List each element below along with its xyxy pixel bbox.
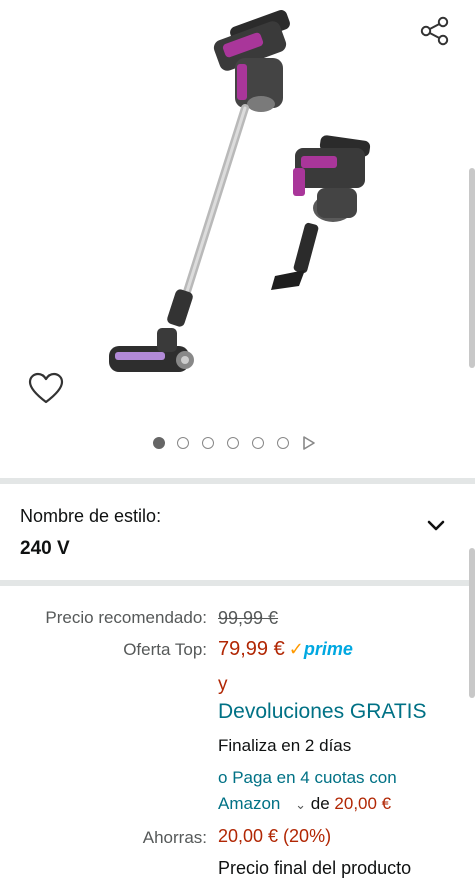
installments-prefix: o [218, 768, 228, 787]
style-selector-label: Nombre de estilo: [20, 506, 162, 526]
free-returns-link[interactable]: Devoluciones GRATIS [218, 700, 427, 724]
style-selector-value: 240 V [20, 538, 70, 559]
installments-line-1: o Paga en 4 cuotas con [218, 768, 397, 788]
vacuum-floor-head [109, 328, 194, 372]
divider [0, 580, 475, 586]
installments-amount: 20,00 € [334, 794, 392, 813]
carousel-dot-1[interactable] [153, 437, 165, 449]
offer-price: 79,99 € [218, 638, 285, 660]
carousel-dot-5[interactable] [252, 437, 264, 449]
chevron-down-icon[interactable] [425, 518, 447, 534]
carousel-dot-2[interactable] [177, 437, 189, 449]
product-image-gallery[interactable] [0, 0, 475, 478]
and-text: y [218, 674, 228, 695]
installments-line-2: Amazon ⌄ de 20,00 € [218, 794, 391, 814]
offer-price-line: 79,99 € ✓ prime [218, 638, 353, 661]
installments-link-amazon[interactable]: Amazon [218, 794, 280, 813]
carousel-dot-4[interactable] [227, 437, 239, 449]
offer-ends-text: Finaliza en 2 días [218, 736, 352, 755]
product-image[interactable] [95, 8, 385, 388]
final-price-text: Precio final del producto [218, 858, 412, 878]
chevron-down-small-icon[interactable]: ⌄ [295, 797, 306, 812]
prime-check-icon: ✓ [288, 639, 304, 659]
carousel-dot-6[interactable] [277, 437, 289, 449]
style-selector[interactable]: Nombre de estilo: 240 V [0, 484, 475, 582]
scrollbar-thumb[interactable] [469, 168, 475, 368]
share-icon[interactable] [418, 14, 452, 48]
vacuum-main-body [213, 10, 290, 112]
recommended-price-label: Precio recomendado: [45, 608, 207, 627]
installments-of: de [310, 794, 330, 813]
savings-label: Ahorras: [142, 828, 207, 847]
offer-label: Oferta Top: [123, 640, 207, 659]
vacuum-handheld [271, 135, 371, 290]
carousel-dots[interactable] [0, 434, 475, 452]
savings-value: 20,00 € (20%) [218, 826, 332, 846]
video-play-icon[interactable] [302, 436, 316, 450]
carousel-dot-3[interactable] [202, 437, 214, 449]
scrollbar-thumb-secondary[interactable] [469, 548, 475, 698]
recommended-price: 99,99 € [218, 608, 279, 628]
installments-link[interactable]: Paga en 4 cuotas con [232, 768, 396, 787]
prime-logo: prime [303, 639, 353, 659]
prime-badge: ✓ prime [289, 639, 353, 660]
heart-icon[interactable] [28, 372, 64, 406]
